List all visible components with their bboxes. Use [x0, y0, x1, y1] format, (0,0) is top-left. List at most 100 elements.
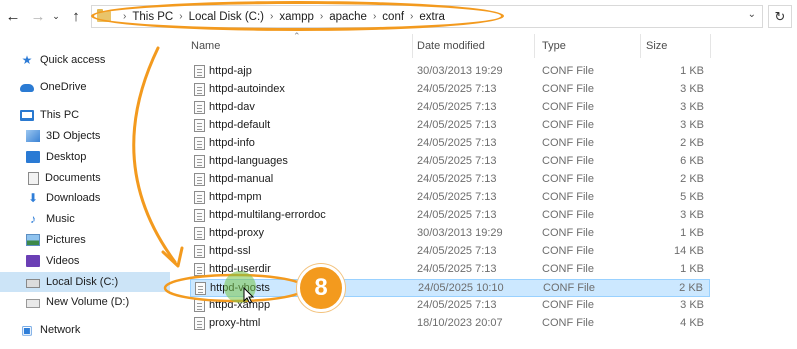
sidebar-item-quick-access[interactable]: ★ Quick access	[0, 50, 170, 70]
videos-icon	[26, 255, 40, 267]
conf-file-icon	[194, 245, 205, 258]
file-name: httpd-autoindex	[209, 83, 285, 95]
file-row-selected[interactable]: httpd-vhosts 24/05/2025 10:10 CONF File …	[190, 279, 710, 297]
folder-icon	[97, 9, 111, 22]
file-name: proxy-html	[209, 317, 261, 329]
sidebar-item-label: Music	[46, 213, 75, 225]
sidebar-item-documents[interactable]: Documents	[0, 168, 170, 188]
file-type: CONF File	[542, 173, 594, 185]
file-row[interactable]: httpd-ssl 24/05/2025 7:13 CONF File 14 K…	[190, 243, 710, 261]
file-size: 6 KB	[680, 155, 704, 167]
sidebar-item-new-volume-d[interactable]: New Volume (D:)	[0, 292, 170, 312]
sidebar-item-network[interactable]: ▣ Network	[0, 320, 170, 340]
sidebar-item-label: Videos	[46, 255, 80, 267]
column-divider[interactable]	[412, 34, 413, 58]
sidebar-item-onedrive[interactable]: OneDrive	[0, 77, 170, 97]
file-date-modified: 24/05/2025 7:13	[417, 245, 497, 257]
sidebar-item-desktop[interactable]: Desktop	[0, 147, 170, 167]
file-size: 1 KB	[680, 263, 704, 275]
file-row[interactable]: httpd-default 24/05/2025 7:13 CONF File …	[190, 117, 710, 135]
column-header-row: ⌃ Name Date modified Type Size	[172, 31, 712, 58]
file-name: httpd-dav	[209, 101, 255, 113]
conf-file-icon	[194, 137, 205, 150]
file-list-pane: ⌃ Name Date modified Type Size httpd-ajp…	[172, 31, 797, 349]
sidebar-item-videos[interactable]: Videos	[0, 251, 170, 271]
column-header-type[interactable]: Type	[542, 40, 566, 52]
sidebar-item-3d-objects[interactable]: 3D Objects	[0, 126, 170, 146]
file-name: httpd-multilang-errordoc	[209, 209, 326, 221]
up-arrow-icon[interactable]: ↑	[66, 6, 86, 26]
conf-file-icon	[194, 155, 205, 168]
file-row[interactable]: proxy-html 18/10/2023 20:07 CONF File 4 …	[190, 315, 710, 333]
sidebar-item-downloads[interactable]: ⬇ Downloads	[0, 188, 170, 208]
breadcrumb-item[interactable]: Local Disk (C:)	[189, 11, 264, 23]
column-divider[interactable]	[640, 34, 641, 58]
column-header-name[interactable]: Name	[191, 40, 220, 52]
sort-ascending-icon: ⌃	[293, 31, 301, 41]
address-dropdown-icon[interactable]: ⌄	[748, 9, 756, 20]
file-size: 3 KB	[680, 119, 704, 131]
file-name: httpd-manual	[209, 173, 274, 185]
conf-file-icon	[194, 227, 205, 240]
sidebar-item-this-pc[interactable]: This PC	[0, 105, 170, 125]
chevron-right-icon: ›	[319, 11, 324, 22]
column-header-size[interactable]: Size	[646, 40, 667, 52]
file-type: CONF File	[542, 137, 594, 149]
conf-file-icon	[194, 263, 205, 276]
conf-file-icon	[195, 282, 206, 295]
file-row[interactable]: httpd-proxy 30/03/2013 19:29 CONF File 1…	[190, 225, 710, 243]
file-row[interactable]: httpd-mpm 24/05/2025 7:13 CONF File 5 KB	[190, 189, 710, 207]
breadcrumb-item[interactable]: extra	[419, 11, 445, 23]
download-icon: ⬇	[27, 191, 39, 205]
refresh-icon[interactable]: ↻	[768, 5, 792, 28]
file-date-modified: 24/05/2025 7:13	[417, 155, 497, 167]
breadcrumb-item[interactable]: xampp	[279, 11, 314, 23]
cursor-pointer-icon	[243, 287, 255, 304]
back-arrow-icon[interactable]: ←	[3, 6, 23, 26]
file-row[interactable]: httpd-autoindex 24/05/2025 7:13 CONF Fil…	[190, 81, 710, 99]
file-type: CONF File	[542, 209, 594, 221]
star-icon: ★	[21, 53, 33, 67]
file-row[interactable]: httpd-info 24/05/2025 7:13 CONF File 2 K…	[190, 135, 710, 153]
file-row[interactable]: httpd-manual 24/05/2025 7:13 CONF File 2…	[190, 171, 710, 189]
sidebar-item-music[interactable]: ♪ Music	[0, 209, 170, 229]
sidebar-item-label: OneDrive	[40, 81, 87, 93]
sidebar-item-local-disk-c[interactable]: Local Disk (C:)	[0, 272, 170, 292]
file-type: CONF File	[542, 227, 594, 239]
file-date-modified: 24/05/2025 7:13	[417, 299, 497, 311]
file-row[interactable]: httpd-multilang-errordoc 24/05/2025 7:13…	[190, 207, 710, 225]
file-row[interactable]: httpd-languages 24/05/2025 7:13 CONF Fil…	[190, 153, 710, 171]
conf-file-icon	[194, 119, 205, 132]
chevron-down-icon[interactable]: ⌄	[49, 6, 63, 26]
file-row[interactable]: httpd-ajp 30/03/2013 19:29 CONF File 1 K…	[190, 63, 710, 81]
file-name: httpd-proxy	[209, 227, 265, 239]
cube-icon	[26, 130, 40, 142]
file-date-modified: 18/10/2023 20:07	[417, 317, 503, 329]
file-type: CONF File	[542, 101, 594, 113]
column-divider[interactable]	[710, 34, 711, 58]
breadcrumb-item[interactable]: conf	[382, 11, 404, 23]
file-row[interactable]: httpd-userdir 24/05/2025 7:13 CONF File …	[190, 261, 710, 279]
breadcrumb-item[interactable]: This PC	[132, 11, 173, 23]
file-size: 1 KB	[680, 227, 704, 239]
file-row[interactable]: httpd-xampp 24/05/2025 7:13 CONF File 3 …	[190, 297, 710, 315]
chevron-right-icon: ›	[123, 11, 127, 22]
forward-arrow-icon[interactable]: →	[28, 6, 48, 26]
file-name: httpd-ssl	[209, 245, 251, 257]
conf-file-icon	[194, 101, 205, 114]
file-row[interactable]: httpd-dav 24/05/2025 7:13 CONF File 3 KB	[190, 99, 710, 117]
file-date-modified: 24/05/2025 7:13	[417, 263, 497, 275]
column-header-date-modified[interactable]: Date modified	[417, 40, 485, 52]
chevron-right-icon: ›	[372, 11, 377, 22]
documents-icon	[28, 171, 39, 185]
sidebar-item-label: Desktop	[46, 151, 87, 163]
address-bar[interactable]: › This PC › Local Disk (C:) › xampp › ap…	[91, 5, 763, 28]
sidebar-item-label: Network	[40, 324, 81, 336]
column-divider[interactable]	[534, 34, 535, 58]
sidebar-item-pictures[interactable]: Pictures	[0, 230, 170, 250]
breadcrumb-item[interactable]: apache	[329, 11, 367, 23]
file-type: CONF File	[542, 83, 594, 95]
sidebar-item-label: Documents	[45, 172, 101, 184]
file-type: CONF File	[542, 119, 594, 131]
file-type: CONF File	[542, 317, 594, 329]
